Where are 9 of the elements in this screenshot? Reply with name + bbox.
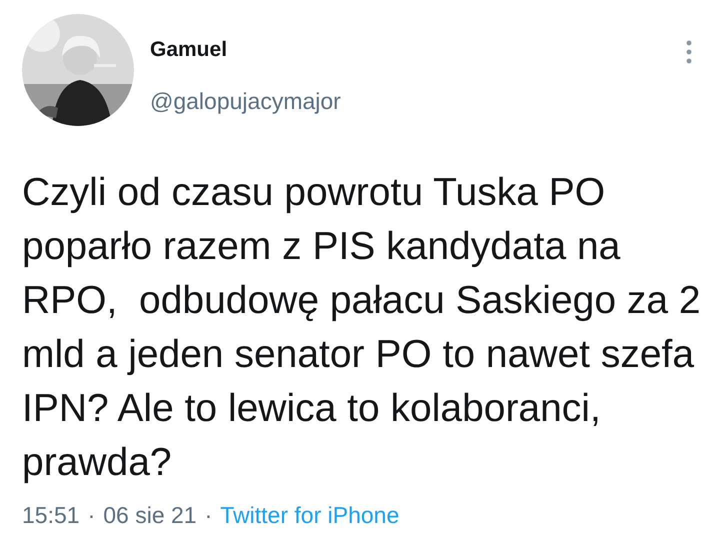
tweet-time: 15:51 [22,501,80,530]
separator-dot: · [88,501,96,530]
tweet-date: 06 sie 21 [103,501,197,530]
source-link[interactable]: Twitter for iPhone [220,498,400,532]
username[interactable]: @galopujacymajor [150,84,686,118]
tweet-text: Czyli od czasu powrotu Tuska PO poparło razem z PIS kandydata na RPO, odbudowę pałacu Saskiego za 2 mld a jeden senator PO to nawet szefa IPN? Ale to lewica to kolaboranci, prawda? [22,170,702,486]
separator-dot: · [204,501,212,530]
more-options-icon[interactable] [686,40,692,64]
display-name[interactable]: Gamuel [150,34,686,66]
